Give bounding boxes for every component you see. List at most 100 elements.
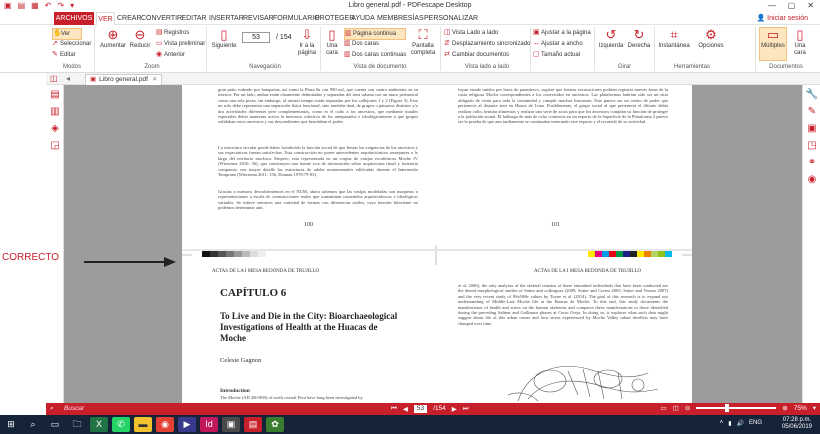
redo-icon[interactable]: ↷ (57, 2, 64, 10)
pdfescape-taskbar-icon[interactable]: ▤ (244, 417, 262, 432)
open-icon[interactable]: ▤ (18, 2, 26, 10)
layers-panel-icon[interactable]: ◈ (48, 122, 62, 136)
zoom-previous-button[interactable]: ◉ Anterior (156, 50, 185, 60)
tab-convertir[interactable]: CONVERTIR (141, 12, 182, 25)
zoom-preview-button[interactable]: ▭Vista preliminar (156, 39, 205, 49)
tab-back-icon[interactable]: ◂ (66, 74, 70, 83)
side-by-side-button[interactable]: ◫Vista Lado a lado (444, 28, 498, 38)
language-indicator[interactable]: ENG (749, 420, 762, 427)
next-page-button[interactable]: ▯ Siguiente (210, 28, 238, 50)
view-mode-two-icon[interactable]: ◫ (673, 404, 679, 412)
clock[interactable]: 07:28 p.m. 05/06/2019 (782, 417, 812, 431)
wrench-icon[interactable]: 🔧 (805, 88, 819, 102)
switch-documents-label: Cambiar documentos (452, 52, 510, 58)
go-to-page-button[interactable]: ⇩ Ir a la página (296, 28, 318, 57)
volume-icon[interactable]: 🔊 (737, 420, 744, 427)
new-tab-icon[interactable]: ◫ (50, 74, 58, 83)
stamp-icon[interactable]: ◉ (805, 173, 819, 187)
rotate-right-button[interactable]: ↻ Derecha (626, 28, 652, 50)
tab-formulario[interactable]: FORMULARIO (273, 12, 320, 25)
task-view-icon[interactable]: ▭ (46, 417, 64, 432)
whatsapp-icon[interactable]: ✆ (112, 417, 130, 432)
tab-ayuda[interactable]: AYUDA (351, 12, 375, 25)
login-link[interactable]: 👤 Iniciar sesión (756, 14, 808, 22)
tab-proteger[interactable]: PROTEGER (315, 12, 354, 25)
tab-ver[interactable]: VER (96, 12, 115, 25)
zoom-slider[interactable] (696, 404, 777, 412)
close-button[interactable]: ✕ (807, 1, 814, 10)
actual-size-button[interactable]: ▢Tamaño actual (533, 50, 580, 60)
tab-insertar[interactable]: INSERTAR (209, 12, 244, 25)
folder-icon[interactable]: ▬ (134, 417, 152, 432)
fullscreen-button[interactable]: ⛶ Pantalla completa (408, 28, 438, 57)
search-taskbar-icon[interactable]: ⌕ (24, 417, 42, 432)
multiple-docs-button[interactable]: ▭ Múltiples (759, 27, 787, 61)
mode-select-button[interactable]: ➚ Seleccionar (52, 39, 91, 49)
convert-icon[interactable]: ◳ (805, 139, 819, 153)
single-doc-button[interactable]: ▯ Una cara (789, 28, 811, 57)
single-page-button[interactable]: ▯ Una cara (322, 28, 342, 57)
rotate-left-button[interactable]: ↺ Izquierda (597, 28, 625, 50)
tab-archivos[interactable]: ARCHIVOS (54, 12, 94, 25)
media-player-icon[interactable]: ▶ (178, 417, 196, 432)
undo-icon[interactable]: ↶ (45, 2, 52, 10)
pages-panel-icon[interactable]: ▤ (48, 88, 62, 102)
close-tab-icon[interactable]: ✕ (152, 76, 157, 83)
zoom-dropdown-icon[interactable]: ▾ (813, 404, 816, 412)
view-mode-icon[interactable]: ▭ (661, 404, 667, 412)
zoom-in-button[interactable]: ⊕ Aumentar (98, 28, 128, 50)
mode-edit-button[interactable]: ✎ Editar (52, 50, 76, 60)
excel-icon[interactable]: X (90, 417, 108, 432)
pencil-icon[interactable]: ✎ (805, 105, 819, 119)
two-pages-continuous-button[interactable]: ▥Dos caras continuas (344, 50, 406, 60)
fit-page-button[interactable]: ▣Ajustar a la página (533, 28, 591, 38)
tab-editar[interactable]: EDITAR (181, 12, 207, 25)
maximize-button[interactable]: ▢ (788, 1, 796, 10)
zoom-level[interactable]: 75% (794, 405, 807, 412)
actual-size-icon: ▢ (533, 51, 540, 58)
tab-libro-general[interactable]: ▣ Libro general.pdf ✕ (85, 74, 163, 85)
document-viewer[interactable]: gran patio rodeado por banquetas, así co… (64, 85, 802, 403)
snapshot-button[interactable]: ⌗ Instantánea (656, 28, 692, 50)
app-icon[interactable]: ▣ (222, 417, 240, 432)
attachments-panel-icon[interactable]: ◲ (48, 139, 62, 153)
tray-arrow-icon[interactable]: ˄ (720, 420, 724, 427)
sync-scroll-button[interactable]: ⇵ Desplazamiento sincronizado (444, 39, 530, 49)
zoom-out-button[interactable]: ⊖ Reducir (128, 28, 152, 50)
zoom-in-status-icon[interactable]: ⊕ (782, 404, 787, 412)
indesign-icon[interactable]: Id (200, 417, 218, 432)
grayscale-bar (202, 251, 266, 257)
chrome-icon[interactable]: ◉ (156, 417, 174, 432)
photo-app-icon[interactable]: ✿ (266, 417, 284, 432)
explorer-icon[interactable]: 🗀 (68, 417, 86, 432)
prev-page-icon[interactable]: ◀ (403, 405, 408, 413)
bookmarks-panel-icon[interactable]: ▥ (48, 105, 62, 119)
minimize-button[interactable]: — (768, 1, 776, 10)
switch-documents-button[interactable]: ⇄ Cambiar documentos (444, 50, 509, 60)
status-page-input[interactable]: 53 (413, 405, 428, 413)
customize-icon[interactable]: ▾ (70, 2, 74, 10)
options-button[interactable]: ⚙ Opciones (696, 28, 726, 50)
link-icon[interactable]: ⚭ (805, 156, 819, 170)
page-number-input[interactable]: 53 (242, 32, 270, 43)
fit-width-button[interactable]: ↔Ajustar a ancho (533, 39, 583, 49)
tab-revisar[interactable]: REVISAR (243, 12, 274, 25)
zoom-slider-thumb[interactable] (725, 404, 730, 412)
tab-membresias[interactable]: MEMBRESÍAS (377, 12, 424, 25)
zoom-registros-button[interactable]: ▤Registros (156, 28, 189, 38)
chapter-author: Celeste Gagnon (220, 357, 262, 364)
save-icon[interactable]: ▦ (31, 2, 39, 10)
next-page-status-icon[interactable]: ▶ (452, 405, 457, 413)
windows-start-icon[interactable]: ⊞ (2, 417, 20, 432)
tab-personalizar[interactable]: PERSONALIZAR (424, 12, 478, 25)
two-pages-button[interactable]: ▥Dos caras (344, 39, 379, 49)
zoom-out-status-icon[interactable]: ⊖ (685, 404, 690, 412)
network-icon[interactable]: ▮ (728, 420, 731, 427)
search-input[interactable]: Buscar (64, 405, 84, 412)
tab-crear[interactable]: CREAR (117, 12, 142, 25)
group-label-girar: Girar (617, 64, 632, 70)
first-page-icon[interactable]: ⏮ (391, 405, 397, 413)
last-page-icon[interactable]: ⏭ (463, 405, 469, 413)
search-icon[interactable]: ⌕ (50, 405, 54, 413)
export-icon[interactable]: ▣ (805, 122, 819, 136)
